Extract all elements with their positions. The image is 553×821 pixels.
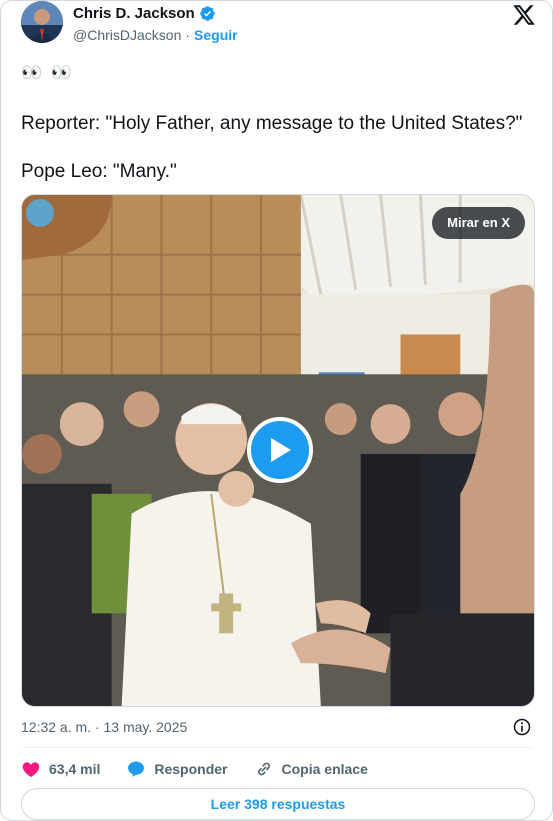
likes-count: 63,4 mil: [49, 761, 101, 777]
reply-button[interactable]: Responder: [126, 759, 228, 779]
separator-dot: ·: [185, 27, 191, 43]
play-button[interactable]: [247, 417, 313, 483]
author-handle[interactable]: @ChrisDJackson: [73, 27, 181, 43]
play-icon: [271, 438, 291, 462]
info-icon[interactable]: [512, 717, 532, 737]
copy-link-button[interactable]: Copia enlace: [254, 759, 368, 779]
link-icon: [257, 762, 270, 776]
heart-icon: [22, 762, 40, 777]
author-handle-row: @ChrisDJackson · Seguir: [73, 27, 238, 43]
author-name[interactable]: Chris D. Jackson: [73, 5, 195, 22]
tweet-emojis: 👀 👀: [21, 63, 75, 82]
verified-badge-icon: [199, 6, 215, 21]
follow-button[interactable]: Seguir: [194, 27, 238, 43]
divider: [21, 747, 532, 748]
tweet-timestamp[interactable]: 12:32 a. m. · 13 may. 2025: [21, 719, 187, 735]
read-replies-button[interactable]: Leer 398 respuestas: [21, 788, 535, 820]
tweet-card: Chris D. Jackson @ChrisDJackson · Seguir…: [0, 0, 553, 821]
author-name-row: Chris D. Jackson: [73, 5, 216, 22]
author-avatar[interactable]: [21, 1, 63, 43]
tweet-text-line-1: Reporter: "Holy Father, any message to t…: [21, 113, 523, 134]
reply-label: Responder: [154, 761, 228, 777]
action-bar: 63,4 mil Responder Copia enlace: [21, 759, 394, 779]
x-logo-icon[interactable]: [512, 3, 536, 27]
watch-on-x-button[interactable]: Mirar en X: [432, 207, 525, 239]
video-player[interactable]: Mirar en X: [21, 194, 535, 707]
tweet-text-line-2: Pope Leo: "Many.": [21, 161, 177, 182]
reply-bubble-icon: [128, 761, 145, 777]
copy-link-label: Copia enlace: [281, 761, 368, 777]
like-button[interactable]: 63,4 mil: [21, 759, 100, 779]
